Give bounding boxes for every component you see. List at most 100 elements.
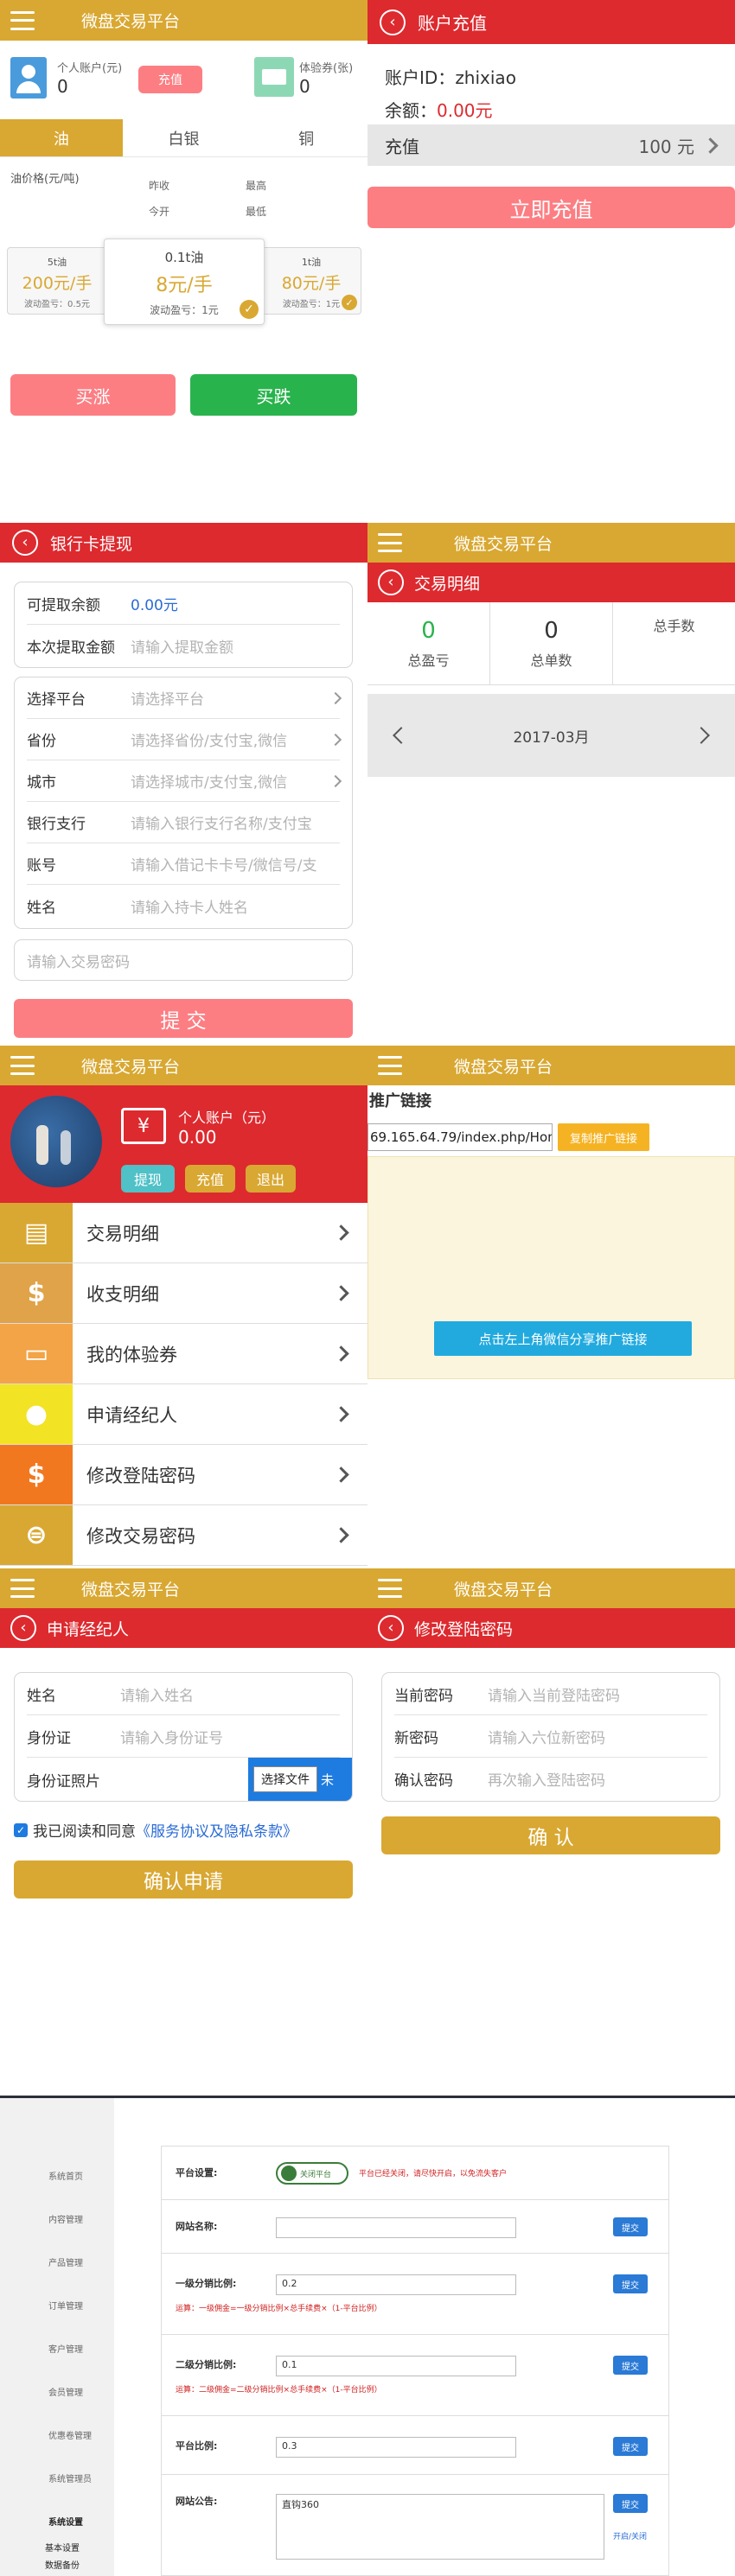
notice-textarea[interactable]: 直钩360 [276, 2494, 604, 2560]
recharge-amount-row[interactable]: 充值 100 元 [368, 124, 735, 166]
menu-item-trade-detail[interactable]: ▤ 交易明细 [0, 1203, 368, 1263]
confirm-password-input[interactable]: 再次输入登陆密码 [488, 1768, 605, 1790]
recharge-button[interactable]: 充值 [185, 1165, 235, 1193]
sidebar-item-home[interactable]: 系统首页 [48, 2169, 83, 2182]
price-label: 油价格(元/吨) [10, 173, 80, 186]
menu-icon[interactable] [378, 1579, 402, 1598]
balance-label: 余额： [385, 100, 437, 121]
file-picker[interactable]: 选择文件 未 [248, 1758, 352, 1801]
back-icon[interactable]: ‹ [10, 1615, 36, 1641]
city-select[interactable]: 请选择城市/支付宝,微信 [131, 770, 331, 792]
holder-name-input[interactable]: 请输入持卡人姓名 [131, 895, 340, 917]
sidebar-item-admins[interactable]: 系统管理员 [48, 2471, 92, 2484]
product-card-selected[interactable]: 0.1t油 8元/手 波动盈亏：1元 ✓ [104, 239, 265, 325]
sidebar-item-content[interactable]: 内容管理 [48, 2212, 83, 2225]
province-select[interactable]: 请选择省份/支付宝,微信 [131, 728, 331, 750]
agree-checkbox[interactable]: ✓ [14, 1822, 28, 1837]
withdraw-submit-button[interactable]: 提 交 [14, 999, 353, 1038]
tab-copper[interactable]: 铜 [245, 119, 368, 156]
sidebar-sub-basic[interactable]: 基本设置 [45, 2541, 80, 2554]
recharge-title: 账户充值 [418, 13, 487, 34]
sidebar-item-members[interactable]: 会员管理 [48, 2385, 83, 2398]
share-link-button[interactable]: 点击左上角微信分享推广链接 [434, 1321, 692, 1356]
level2-note: 运算：二级佣金=二级分销比例×总手续费×（1-平台比例） [176, 2386, 382, 2395]
menu-icon[interactable] [10, 1579, 35, 1598]
terms-link[interactable]: 《服务协议及隐私条款》 [136, 1819, 297, 1841]
prev-month-icon[interactable] [393, 727, 410, 744]
sidebar-item-orders[interactable]: 订单管理 [48, 2299, 83, 2312]
platform-row[interactable]: 选择平台 请选择平台 [27, 677, 342, 719]
id-input[interactable]: 请输入身份证号 [120, 1726, 223, 1747]
back-icon[interactable]: ‹ [380, 9, 406, 35]
broker-header: 微盘交易平台 [0, 1568, 368, 1608]
product-price: 200元/手 [22, 274, 93, 293]
back-icon[interactable]: ‹ [12, 530, 38, 556]
level1-input[interactable]: 0.2 [276, 2274, 516, 2295]
menu-item-income-expense[interactable]: $ 收支明细 [0, 1263, 368, 1324]
ratio-submit[interactable]: 提交 [613, 2437, 648, 2456]
password-title: 修改登陆密码 [414, 1619, 514, 1639]
name-input[interactable]: 请输入姓名 [120, 1683, 194, 1705]
menu-icon[interactable] [10, 1056, 35, 1075]
buy-down-button[interactable]: 买跌 [190, 374, 357, 416]
next-month-icon[interactable] [693, 727, 710, 744]
level1-submit[interactable]: 提交 [613, 2274, 648, 2293]
recharge-submit-button[interactable]: 立即充值 [368, 187, 735, 228]
platform-toggle[interactable]: 关闭平台 [276, 2162, 348, 2185]
branch-row: 银行支行 请输入银行支行名称/支付宝 [27, 802, 340, 843]
amount-input[interactable]: 请输入提取金额 [131, 635, 233, 657]
promo-url-field[interactable]: 69.165.64.79/index.php/Home [368, 1123, 553, 1151]
id-label: 身份证 [27, 1729, 71, 1747]
province-row[interactable]: 省份 请选择省份/支付宝,微信 [27, 719, 342, 760]
trade-password-input[interactable]: 请输入交易密码 [14, 939, 353, 981]
ratio-label: 平台比例: [176, 2440, 218, 2452]
ratio-input[interactable]: 0.3 [276, 2437, 516, 2458]
new-password-input[interactable]: 请输入六位新密码 [488, 1726, 605, 1747]
level2-input[interactable]: 0.1 [276, 2356, 516, 2376]
back-icon[interactable]: ‹ [378, 569, 404, 595]
toggle-link[interactable]: 开启/关闭 [613, 2530, 647, 2541]
current-password-input[interactable]: 请输入当前登陆密码 [488, 1683, 620, 1705]
sidebar-item-coupons[interactable]: 优惠卷管理 [48, 2428, 92, 2441]
menu-item-login-password[interactable]: $ 修改登陆密码 [0, 1445, 368, 1505]
platform-select[interactable]: 请选择平台 [131, 687, 331, 709]
city-row[interactable]: 城市 请选择城市/支付宝,微信 [27, 760, 342, 802]
account-number-input[interactable]: 请输入借记卡卡号/微信号/支 [131, 853, 340, 875]
trade-recharge-button[interactable]: 充值 [138, 66, 202, 93]
menu-icon[interactable] [378, 1056, 402, 1075]
sidebar-sub-backup[interactable]: 数据备份 [45, 2558, 80, 2571]
buy-up-button[interactable]: 买涨 [10, 374, 176, 416]
menu-icon[interactable] [378, 533, 402, 552]
back-icon[interactable]: ‹ [378, 1615, 404, 1641]
notice-submit[interactable]: 提交 [613, 2494, 648, 2513]
menu-item-apply-broker[interactable]: ● 申请经纪人 [0, 1384, 368, 1445]
name-label: 姓名 [27, 1687, 56, 1705]
sidebar-item-products[interactable]: 产品管理 [48, 2255, 83, 2268]
sidebar-item-settings[interactable]: 系统设置 [48, 2515, 83, 2528]
level2-submit[interactable]: 提交 [613, 2356, 648, 2375]
copy-link-button[interactable]: 复制推广链接 [558, 1123, 649, 1151]
site-name-submit[interactable]: 提交 [613, 2217, 648, 2236]
branch-input[interactable]: 请输入银行支行名称/支付宝 [131, 811, 340, 833]
menu-item-trade-password[interactable]: ⊜ 修改交易密码 [0, 1505, 368, 1566]
withdraw-button[interactable]: 提现 [121, 1165, 175, 1193]
password-submit-button[interactable]: 确 认 [381, 1816, 720, 1854]
toggle-knob [281, 2166, 297, 2181]
field-label: 姓名 [27, 899, 56, 917]
logout-button[interactable]: 退出 [246, 1165, 296, 1193]
sidebar-item-customers[interactable]: 客户管理 [48, 2342, 83, 2355]
amount-label: 本次提取金额 [27, 639, 115, 657]
broker-submit-button[interactable]: 确认申请 [14, 1860, 353, 1899]
site-name-input[interactable] [276, 2217, 516, 2238]
choose-file-button[interactable]: 选择文件 [253, 1766, 317, 1792]
tab-oil[interactable]: 油 [0, 119, 123, 156]
product-card[interactable]: 1t油 80元/手 波动盈亏：1元 ✓ [261, 247, 361, 315]
recharge-header: ‹ 账户充值 [368, 0, 735, 44]
tab-silver[interactable]: 白银 [122, 119, 246, 156]
detail-header-title: 微盘交易平台 [454, 534, 553, 554]
menu-item-vouchers[interactable]: ▭ 我的体验券 [0, 1324, 368, 1384]
product-card[interactable]: 5t油 200元/手 波动盈亏：0.5元 [7, 247, 107, 315]
hands-cell: 总手数 [613, 602, 735, 684]
stat-today-open: 今开 [149, 206, 170, 218]
menu-icon[interactable] [10, 10, 35, 30]
